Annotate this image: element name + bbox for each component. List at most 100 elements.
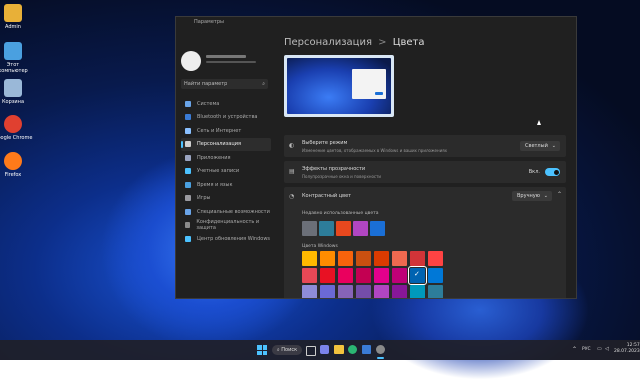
windows-color-swatch[interactable] [374,268,389,283]
volume-icon[interactable]: ◁ [605,346,609,352]
sidebar-item[interactable]: Учетные записи [181,165,271,179]
windows-color-swatch[interactable] [356,285,371,298]
recent-color-swatch[interactable] [302,221,317,236]
taskbar-search[interactable]: ⌕ Поиск [272,345,302,355]
sidebar-item[interactable]: Сеть и Интернет [181,124,271,138]
desktop-icon-graphic [4,4,22,22]
accent-value: Вручную [517,193,540,199]
desktop-icon-graphic [4,42,22,60]
desktop-icon[interactable]: Корзина [0,79,33,105]
sidebar-item[interactable]: Центр обновления Windows [181,232,271,246]
chevron-down-icon: ⌄ [551,143,556,149]
recent-color-swatch[interactable] [370,221,385,236]
desktop-icon[interactable]: Google Chrome [0,115,33,141]
accent-dropdown[interactable]: Вручную ⌄ [512,191,552,201]
chevron-up-icon[interactable]: ⌃ [557,191,562,198]
task-view-icon[interactable] [306,346,316,356]
user-avatar[interactable] [181,51,201,71]
windows-color-swatch[interactable] [302,251,317,266]
preview-accent-button [375,92,383,95]
windows-color-swatch[interactable] [392,285,407,298]
sidebar-item-label: Bluetooth и устройства [197,114,258,121]
desktop-icon[interactable]: Firefox [0,152,33,178]
sidebar-item[interactable]: Персонализация [181,137,271,151]
edge-icon[interactable] [348,345,357,354]
sidebar-item-label: Персонализация [197,141,241,148]
tray-chevron-icon[interactable]: ⌃ [572,346,577,353]
sidebar-item[interactable]: Конфиденциальность и защита [181,219,271,233]
language-indicator[interactable]: РУС [582,347,591,352]
windows-color-swatch[interactable] [410,285,425,298]
desktop-icon-graphic [4,115,22,133]
windows-color-swatch[interactable] [338,268,353,283]
store-icon[interactable] [362,345,371,354]
windows-color-swatch[interactable] [428,251,443,266]
nav-item-icon [185,100,191,107]
mode-dropdown[interactable]: Светлый ⌄ [520,141,560,151]
transparency-title: Эффекты прозрачности [302,166,366,172]
sidebar-item-label: Центр обновления Windows [197,235,271,242]
recent-color-swatch[interactable] [336,221,351,236]
search-icon[interactable]: ⌕ [262,79,265,89]
windows-color-swatch[interactable] [320,285,335,298]
windows-color-swatch[interactable] [302,268,317,283]
recent-color-swatch[interactable] [353,221,368,236]
settings-taskbar-icon[interactable] [376,345,385,354]
windows-color-swatch[interactable] [428,285,443,298]
windows-color-swatch[interactable]: ✓ [408,266,427,285]
windows-color-swatch[interactable] [338,285,353,298]
nav-list: Система Bluetooth и устройства Сеть и Инте… [181,97,271,246]
desktop-icon-label: Google Chrome [0,135,33,141]
sidebar-item[interactable]: Время и язык [181,178,271,192]
transparency-subtitle: Полупрозрачные окна и поверхности [302,174,382,179]
paint-icon: ◐ [289,142,295,149]
start-button[interactable] [257,345,267,355]
sidebar-item-label: Игры [197,195,211,202]
file-explorer-icon[interactable] [334,345,344,354]
desktop-icon-label: Корзина [1,99,25,105]
sidebar-item[interactable]: Приложения [181,151,271,165]
windows-color-swatch[interactable] [410,251,425,266]
windows-color-swatch[interactable] [392,268,407,283]
transparency-card[interactable]: ▤ Эффекты прозрачности Полупрозрачные ок… [284,161,566,183]
taskbar: ⌕ Поиск ⌃ РУС ▭ ◁ 12:57 28.07.2023 [0,340,640,360]
sidebar-item[interactable]: Игры [181,192,271,206]
desktop-icon[interactable]: Admin [0,4,33,30]
breadcrumb-parent[interactable]: Персонализация [284,37,372,48]
desktop-icon-graphic [4,152,22,170]
sidebar-item[interactable]: Bluetooth и устройства [181,111,271,125]
windows-color-swatch[interactable] [320,251,335,266]
windows-color-swatch[interactable] [374,285,389,298]
windows-color-swatch[interactable] [356,268,371,283]
windows-color-swatch[interactable] [428,268,443,283]
windows-color-swatch[interactable] [338,251,353,266]
chat-icon[interactable] [320,345,329,354]
settings-window: Параметры Найти параметр ⌕ Система Blueto… [175,16,577,299]
accent-title: Контрастный цвет [302,193,352,199]
windows-color-swatch[interactable] [392,251,407,266]
nav-item-icon [185,141,191,148]
windows-color-swatch[interactable] [302,285,317,298]
transparency-state: Вкл. [528,169,540,175]
sidebar-item-label: Сеть и Интернет [197,127,242,134]
mode-value: Светлый [525,143,548,149]
sidebar-item[interactable]: Специальные возможности [181,205,271,219]
nav-item-icon [185,235,191,242]
nav-item-icon [185,195,191,202]
windows-color-swatch[interactable] [374,251,389,266]
desktop-icon[interactable]: Этот компьютер [0,42,33,74]
transparency-toggle[interactable] [545,168,560,176]
windows-color-swatch[interactable] [320,268,335,283]
recent-color-swatch[interactable] [319,221,334,236]
window-title: Параметры [194,19,224,25]
windows-color-swatch[interactable] [356,251,371,266]
nav-item-icon [185,168,191,175]
sidebar-item[interactable]: Система [181,97,271,111]
clock[interactable]: 12:57 28.07.2023 [614,343,640,355]
network-icon[interactable]: ▭ [597,346,602,352]
breadcrumb-separator: > [378,37,387,48]
page-title: Персонализация > Цвета [284,37,568,48]
sidebar-item-label: Время и язык [197,181,233,188]
mode-card[interactable]: ◐ Выберите режим Изменение цветов, отобр… [284,135,566,157]
search-input[interactable]: Найти параметр ⌕ [181,79,268,89]
